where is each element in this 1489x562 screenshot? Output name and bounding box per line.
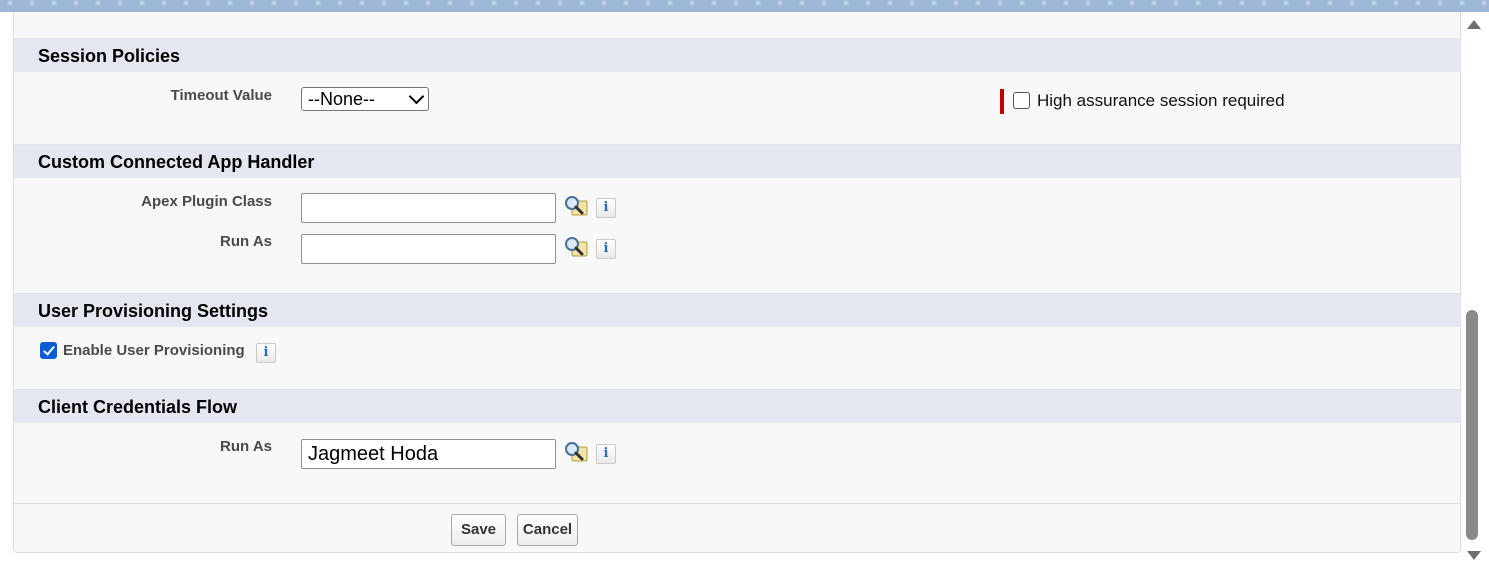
scroll-thumb[interactable] xyxy=(1466,310,1478,540)
scroll-down-arrow-icon[interactable] xyxy=(1467,551,1481,560)
enable-user-provisioning-label: Enable User Provisioning xyxy=(63,342,245,359)
lookup-magnifier-icon[interactable] xyxy=(564,441,588,463)
required-indicator xyxy=(1000,89,1004,114)
header-background-band xyxy=(0,0,1489,12)
connected-app-edit-panel: Session Policies Timeout Value --None-- … xyxy=(13,12,1461,553)
info-icon[interactable]: i xyxy=(596,198,616,218)
section-title: Client Credentials Flow xyxy=(38,397,238,417)
high-assurance-checkbox[interactable] xyxy=(1013,92,1030,109)
vertical-scrollbar[interactable] xyxy=(1465,12,1481,562)
cancel-button[interactable]: Cancel xyxy=(517,514,578,546)
info-icon[interactable]: i xyxy=(596,239,616,259)
apex-plugin-class-input[interactable] xyxy=(301,193,556,223)
lookup-magnifier-icon[interactable] xyxy=(564,195,588,217)
info-icon[interactable]: i xyxy=(256,343,276,363)
high-assurance-label: High assurance session required xyxy=(1037,91,1285,110)
enable-user-provisioning-checkbox[interactable] xyxy=(40,342,57,359)
section-header-session-policies: Session Policies xyxy=(14,38,1461,72)
save-button[interactable]: Save xyxy=(451,514,506,546)
section-title: Session Policies xyxy=(38,46,181,66)
timeout-value-label: Timeout Value xyxy=(170,87,272,104)
section-header-client-credentials: Client Credentials Flow xyxy=(14,389,1461,423)
apex-plugin-class-label: Apex Plugin Class xyxy=(141,193,272,210)
scroll-up-arrow-icon[interactable] xyxy=(1467,20,1481,29)
section-header-user-provisioning: User Provisioning Settings xyxy=(14,293,1461,327)
client-credentials-run-as-label: Run As xyxy=(220,438,272,455)
client-credentials-run-as-input[interactable] xyxy=(301,439,556,469)
timeout-value-select[interactable]: --None-- xyxy=(301,87,429,111)
run-as-label: Run As xyxy=(220,233,272,250)
info-icon[interactable]: i xyxy=(596,444,616,464)
section-title: Custom Connected App Handler xyxy=(38,152,315,172)
lookup-magnifier-icon[interactable] xyxy=(564,236,588,258)
run-as-input[interactable] xyxy=(301,234,556,264)
chevron-down-icon xyxy=(408,88,425,105)
section-title: User Provisioning Settings xyxy=(38,301,269,321)
timeout-selected-value: --None-- xyxy=(308,89,376,109)
section-header-custom-handler: Custom Connected App Handler xyxy=(14,144,1461,178)
form-footer: Save Cancel xyxy=(14,503,1461,553)
